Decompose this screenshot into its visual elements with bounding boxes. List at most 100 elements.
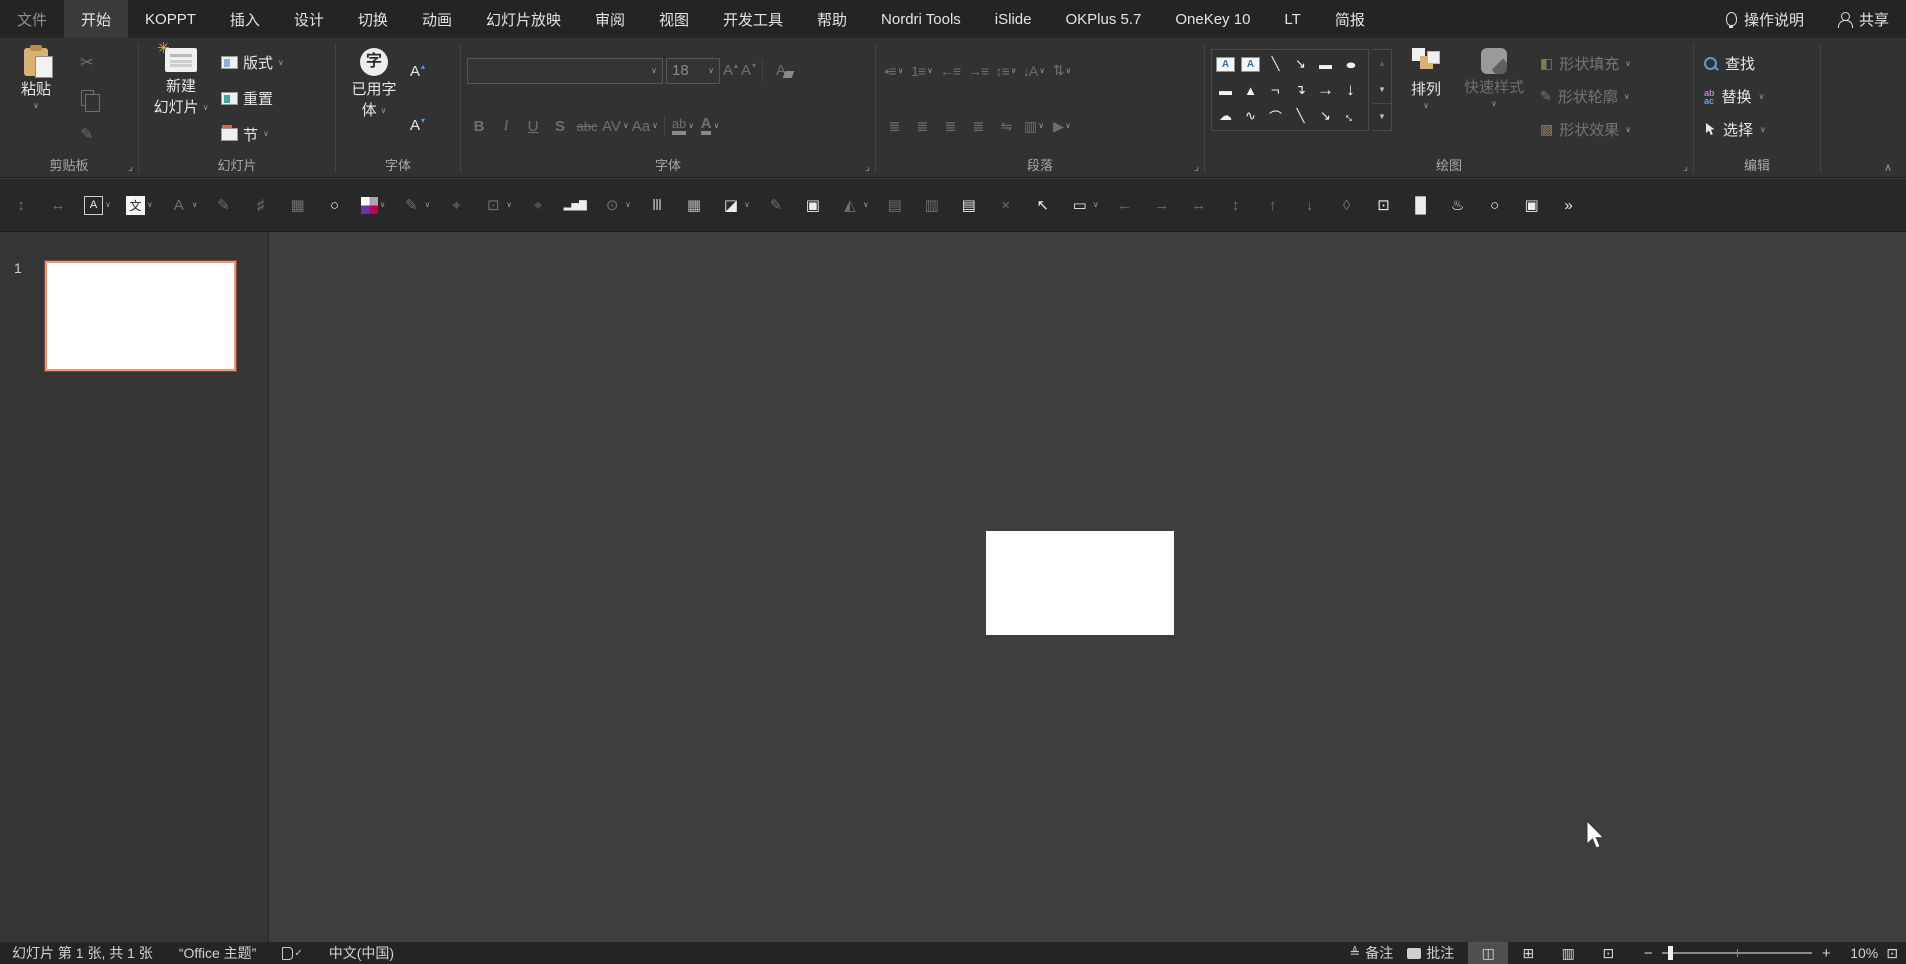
copy-button[interactable] (70, 85, 104, 111)
cut-button[interactable]: ✂ (70, 50, 104, 76)
font-name-combo[interactable]: ∨ (467, 58, 663, 84)
arrange-button[interactable]: 排列 ∨ (1396, 43, 1456, 154)
fragment-shapes-icon[interactable]: ◪∨ (720, 190, 750, 220)
notes-button[interactable]: ≜ 备注 (1349, 943, 1393, 963)
shrink-font-button[interactable]: A▾ (741, 62, 756, 79)
font-dialog-launcher-icon[interactable]: ⌟ (865, 158, 870, 177)
line-spacing-button[interactable]: ↕≡∨ (994, 58, 1018, 84)
shape-line[interactable]: ╲ (1263, 51, 1288, 77)
shape-line-arrow[interactable]: ↘ (1288, 51, 1313, 77)
section-button[interactable]: 节 ∨ (221, 120, 284, 148)
oval-tool-icon[interactable]: ○ (324, 190, 346, 220)
tab-developer[interactable]: 开发工具 (706, 0, 800, 38)
shape-rounded-rectangle[interactable]: ▬ (1213, 77, 1238, 103)
view-reading-button[interactable]: ▥ (1548, 942, 1588, 964)
fill-color-grid-icon[interactable]: ∨ (361, 190, 386, 220)
tab-koppt[interactable]: KOPPT (128, 0, 213, 38)
copy-objects-icon[interactable]: ▤ (884, 190, 906, 220)
view-normal-button[interactable]: ◫ (1468, 942, 1508, 964)
slide-canvas[interactable] (269, 232, 1906, 942)
shape-isosceles-triangle[interactable]: ▲ (1238, 77, 1263, 103)
new-slide-button[interactable]: ✳ 新建 幻灯片∨ (145, 43, 217, 154)
tab-file[interactable]: 文件 (0, 0, 64, 38)
color-picker-icon[interactable]: ⌖ (445, 190, 467, 220)
tab-home[interactable]: 开始 (64, 0, 128, 38)
increase-indent-button[interactable]: →≡ (966, 58, 990, 84)
ink-color-icon[interactable]: ◊ (1336, 190, 1358, 220)
align-right-button[interactable]: ≣ (938, 113, 962, 139)
vertical-text-box-icon[interactable]: 文∨ (126, 190, 153, 220)
align-left-objects-icon[interactable]: ← (1114, 190, 1136, 220)
used-fonts-button[interactable]: 字 已用字 体∨ (342, 43, 406, 154)
shape-arrow-2[interactable]: ↘ (1313, 103, 1338, 129)
delete-text-icon[interactable]: × (995, 190, 1017, 220)
chart-icon[interactable]: ▂▅▇ (564, 190, 586, 220)
align-right-objects-icon[interactable]: → (1151, 190, 1173, 220)
placeholder-box-icon[interactable]: ▭∨ (1069, 190, 1099, 220)
justify-button[interactable]: ≣ (966, 113, 990, 139)
center-horizontal-objects-icon[interactable]: ↔ (1188, 190, 1210, 220)
share-button[interactable]: 共享 (1821, 0, 1906, 38)
smartart-convert-button[interactable]: ▶∨ (1050, 113, 1074, 139)
picture-replace-icon[interactable]: ▦ (287, 190, 309, 220)
font-size-combo[interactable]: 18 ∨ (666, 58, 720, 84)
align-center-button[interactable]: ≣ (910, 113, 934, 139)
decrease-indent-button[interactable]: ←≡ (938, 58, 962, 84)
shape-elbow-connector[interactable]: ⌐ (1263, 77, 1288, 103)
edit-shape-icon[interactable]: ⊡∨ (482, 190, 512, 220)
tab-animations[interactable]: 动画 (405, 0, 469, 38)
italic-button[interactable]: I (494, 113, 518, 139)
character-spacing-button[interactable]: AV∨ (602, 113, 629, 139)
text-direction-button[interactable]: ↓A∨ (1022, 58, 1046, 84)
brush-icon[interactable]: ✎ (765, 190, 787, 220)
numbering-button[interactable]: 1≡∨ (910, 58, 934, 84)
strikethrough-button[interactable]: abc (575, 113, 599, 139)
clear-formatting-button[interactable]: A (769, 58, 793, 84)
tab-islide[interactable]: iSlide (978, 0, 1049, 38)
format-painter-button[interactable]: ✎ (70, 121, 104, 147)
select-button[interactable]: 选择 ∨ (1704, 117, 1816, 143)
paste-button[interactable]: 粘贴 ∨ (6, 43, 66, 154)
tab-slide-show[interactable]: 幻灯片放映 (469, 0, 578, 38)
collapse-ribbon-icon[interactable]: ∧ (1884, 161, 1892, 174)
shape-oval[interactable]: ● (1338, 51, 1363, 77)
shape-outline-button[interactable]: ✎ 形状轮廓 ∨ (1540, 85, 1631, 109)
gallery-scroll-up-icon[interactable]: ▲ (1373, 50, 1391, 76)
decrease-font-size-button[interactable]: A▾ (410, 117, 440, 134)
eyedropper-icon[interactable]: ✎ (213, 190, 235, 220)
magic-lamp-icon[interactable]: ♨ (1447, 190, 1469, 220)
slide[interactable] (986, 531, 1174, 635)
shape-effects-button[interactable]: ▩ 形状效果 ∨ (1540, 118, 1631, 142)
align-middle-icon[interactable]: ↕ (10, 190, 32, 220)
bring-forward-icon[interactable]: ▣ (802, 190, 824, 220)
selection-pane-icon[interactable]: ↖ (1032, 190, 1054, 220)
text-shadow-button[interactable]: S (548, 113, 572, 139)
increase-font-size-button[interactable]: A▴ (410, 63, 440, 80)
snap-pin-icon[interactable]: ♯ (250, 190, 272, 220)
zoom-out-button[interactable]: − (1642, 945, 1654, 962)
shape-rectangle[interactable]: ▬ (1313, 51, 1338, 77)
find-button[interactable]: 查找 (1704, 51, 1816, 77)
merge-shapes-icon[interactable]: ⊙∨ (601, 190, 631, 220)
reset-button[interactable]: 重置 (221, 84, 284, 112)
align-text-button[interactable]: ⇅∨ (1050, 58, 1074, 84)
table-draw-icon[interactable]: ▦ (683, 190, 705, 220)
spell-check-button[interactable]: ✓ (282, 947, 302, 960)
shape-freeform[interactable]: ☁ (1213, 103, 1238, 129)
gallery-scroll-down-icon[interactable]: ▼ (1373, 76, 1391, 102)
view-slideshow-button[interactable]: ⊡ (1588, 942, 1628, 964)
zoom-slider[interactable] (1662, 946, 1812, 960)
drawing-dialog-launcher-icon[interactable]: ⌟ (1683, 158, 1688, 177)
align-left-button[interactable]: ≣ (882, 113, 906, 139)
pen-tool-icon[interactable]: ✎∨ (400, 190, 430, 220)
eyedropper-2-icon[interactable]: ⌖ (527, 190, 549, 220)
circle-tool-icon[interactable]: ○ (1484, 190, 1506, 220)
shape-right-arrow[interactable]: → (1313, 77, 1338, 103)
more-tools-icon[interactable]: » (1558, 190, 1580, 220)
tab-onekey[interactable]: OneKey 10 (1158, 0, 1267, 38)
zoom-level[interactable]: 10% (1840, 945, 1878, 961)
paragraph-dialog-launcher-icon[interactable]: ⌟ (1194, 158, 1199, 177)
white-rect-swatch-icon[interactable]: █ (1410, 190, 1432, 220)
change-case-button[interactable]: Aa∨ (632, 113, 658, 139)
bold-button[interactable]: B (467, 113, 491, 139)
